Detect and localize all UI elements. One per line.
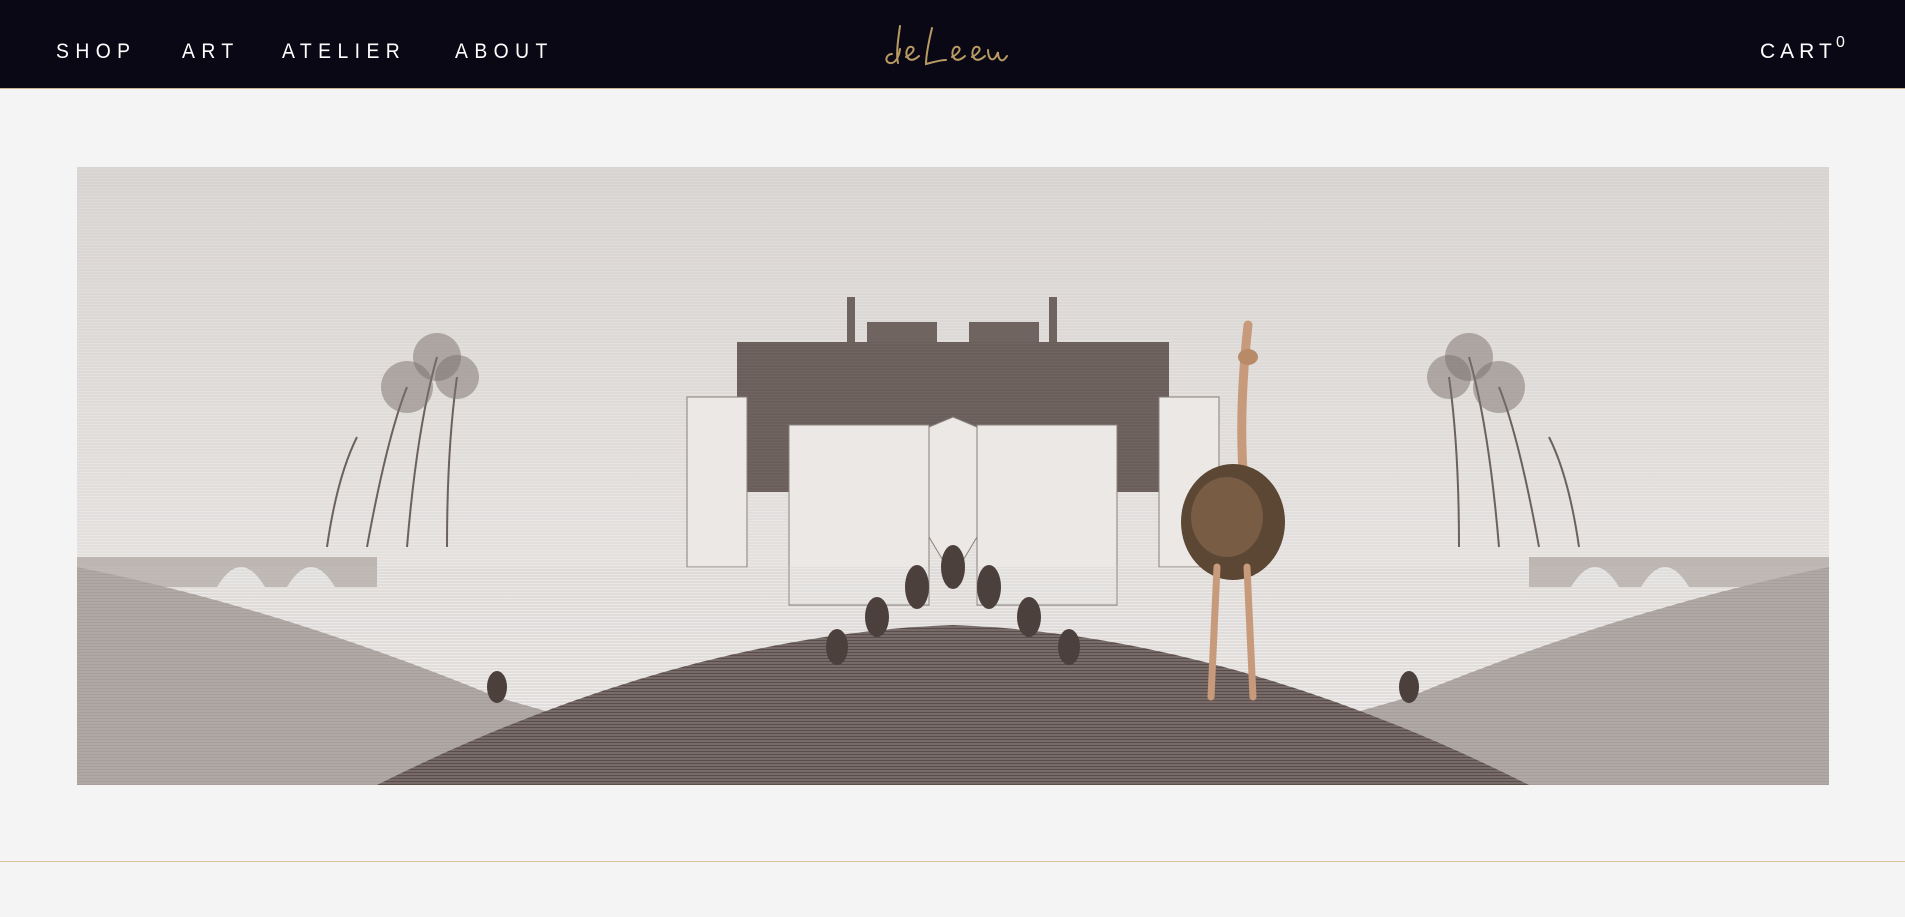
engraving-artwork-image	[77, 167, 1829, 785]
footer-divider	[0, 861, 1905, 862]
nav-item-about[interactable]: ABOUT	[455, 40, 554, 64]
header-divider	[0, 88, 1905, 89]
cart-count-badge: 0	[1836, 34, 1845, 51]
nav-item-art[interactable]: ART	[182, 40, 240, 64]
hero-artwork	[77, 167, 1829, 785]
nav-item-atelier[interactable]: ATELIER	[282, 40, 406, 64]
main-nav: SHOP ART ATELIER ABOUT	[56, 40, 600, 64]
cart-link[interactable]: CART	[1760, 40, 1837, 64]
brand-logo[interactable]	[880, 10, 1010, 78]
nav-item-shop[interactable]: SHOP	[56, 40, 137, 64]
site-header: SHOP ART ATELIER ABOUT CART 0	[0, 0, 1905, 88]
